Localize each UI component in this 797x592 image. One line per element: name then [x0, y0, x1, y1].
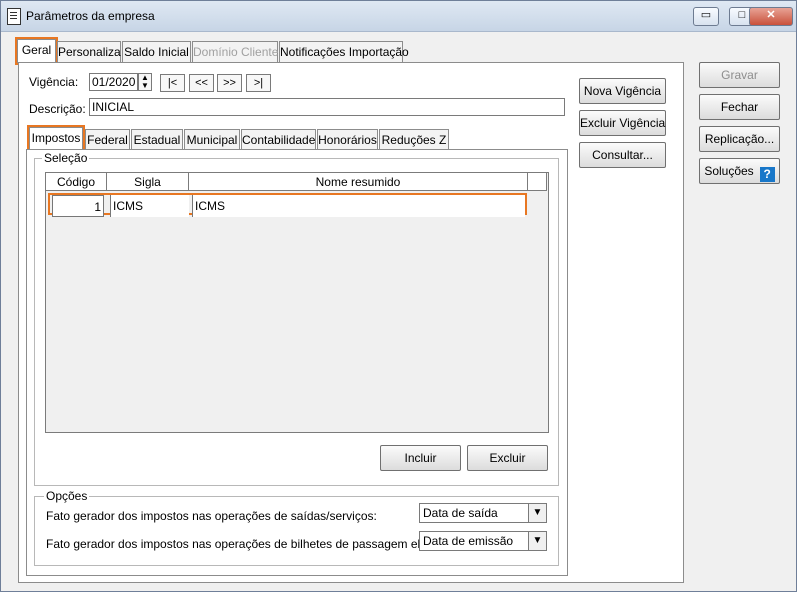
excluir-vigencia-button[interactable]: Excluir Vigência — [579, 110, 666, 136]
tab-contabilidade[interactable]: Contabilidade — [241, 129, 316, 151]
descricao-label: Descrição: — [29, 102, 86, 116]
options-legend: Opções — [44, 489, 90, 503]
option-bilhetes-value: Data de emissão — [423, 534, 514, 548]
window-title: Parâmetros da empresa — [26, 9, 155, 23]
tab-federal[interactable]: Federal — [85, 129, 130, 151]
help-icon: ? — [759, 167, 775, 182]
dropdown-arrow-icon[interactable]: ▼ — [528, 504, 546, 522]
tab-reducoes-z[interactable]: Reduções Z — [379, 129, 449, 151]
tax-selection-grid[interactable]: Código Sigla Nome resumido 1 ICMS ICMS — [45, 172, 549, 433]
title-bar: Parâmetros da empresa ▭ □ ✕ — [1, 1, 796, 32]
previous-record-button[interactable]: << — [189, 74, 214, 92]
option-bilhetes-label: Fato gerador dos impostos nas operações … — [46, 537, 467, 551]
column-spacer — [528, 173, 547, 191]
minimize-button[interactable]: ▭ — [693, 7, 719, 26]
cell-nome-resumido[interactable]: ICMS — [192, 195, 525, 217]
first-record-button[interactable]: |< — [160, 74, 185, 92]
tab-estadual[interactable]: Estadual — [131, 129, 183, 151]
close-button[interactable]: ✕ — [749, 7, 793, 26]
application-window: Parâmetros da empresa ▭ □ ✕ Geral Person… — [0, 0, 797, 592]
fechar-button[interactable]: Fechar — [699, 94, 780, 120]
next-record-button[interactable]: >> — [217, 74, 242, 92]
replicacao-button[interactable]: Replicação... — [699, 126, 780, 152]
vigencia-spinner[interactable]: ▲ ▼ — [138, 73, 152, 91]
solucoes-label: Soluções — [704, 164, 754, 178]
tab-dominio-cliente[interactable]: Domínio Cliente — [192, 41, 278, 63]
cell-codigo[interactable]: 1 — [52, 195, 104, 217]
tab-geral[interactable]: Geral — [15, 37, 58, 65]
last-record-button[interactable]: >| — [246, 74, 271, 92]
tab-impostos[interactable]: Impostos — [27, 125, 85, 152]
option-saidas-select[interactable]: Data de saída ▼ — [419, 503, 547, 523]
vigencia-label: Vigência: — [29, 75, 79, 89]
delete-button[interactable]: Excluir — [467, 445, 548, 471]
tab-saldo-inicial[interactable]: Saldo Inicial — [122, 41, 191, 63]
option-bilhetes-select[interactable]: Data de emissão ▼ — [419, 531, 547, 551]
table-row[interactable]: 1 ICMS ICMS — [48, 193, 527, 217]
include-button[interactable]: Incluir — [380, 445, 461, 471]
tab-personaliza[interactable]: Personaliza — [57, 41, 121, 63]
option-saidas-value: Data de saída — [423, 506, 498, 520]
tab-municipal[interactable]: Municipal — [184, 129, 240, 151]
column-nome-resumido[interactable]: Nome resumido — [189, 173, 528, 191]
cell-sigla[interactable]: ICMS — [110, 195, 189, 217]
column-sigla[interactable]: Sigla — [107, 173, 189, 191]
consultar-button[interactable]: Consultar... — [579, 142, 666, 168]
gravar-button[interactable]: Gravar — [699, 62, 780, 88]
solucoes-button[interactable]: Soluções? — [699, 158, 780, 184]
document-icon — [7, 8, 21, 25]
tab-honorarios[interactable]: Honorários — [317, 129, 378, 151]
nova-vigencia-button[interactable]: Nova Vigência — [579, 78, 666, 104]
vigencia-input[interactable]: 01/2020 — [89, 73, 138, 91]
column-codigo[interactable]: Código — [46, 173, 107, 191]
dropdown-arrow-icon[interactable]: ▼ — [528, 532, 546, 550]
descricao-input[interactable]: INICIAL — [89, 98, 565, 116]
tab-notificacoes-importacao[interactable]: Notificações Importação — [279, 41, 409, 63]
selection-legend: Seleção — [42, 151, 90, 165]
option-saidas-label: Fato gerador dos impostos nas operações … — [46, 509, 377, 523]
